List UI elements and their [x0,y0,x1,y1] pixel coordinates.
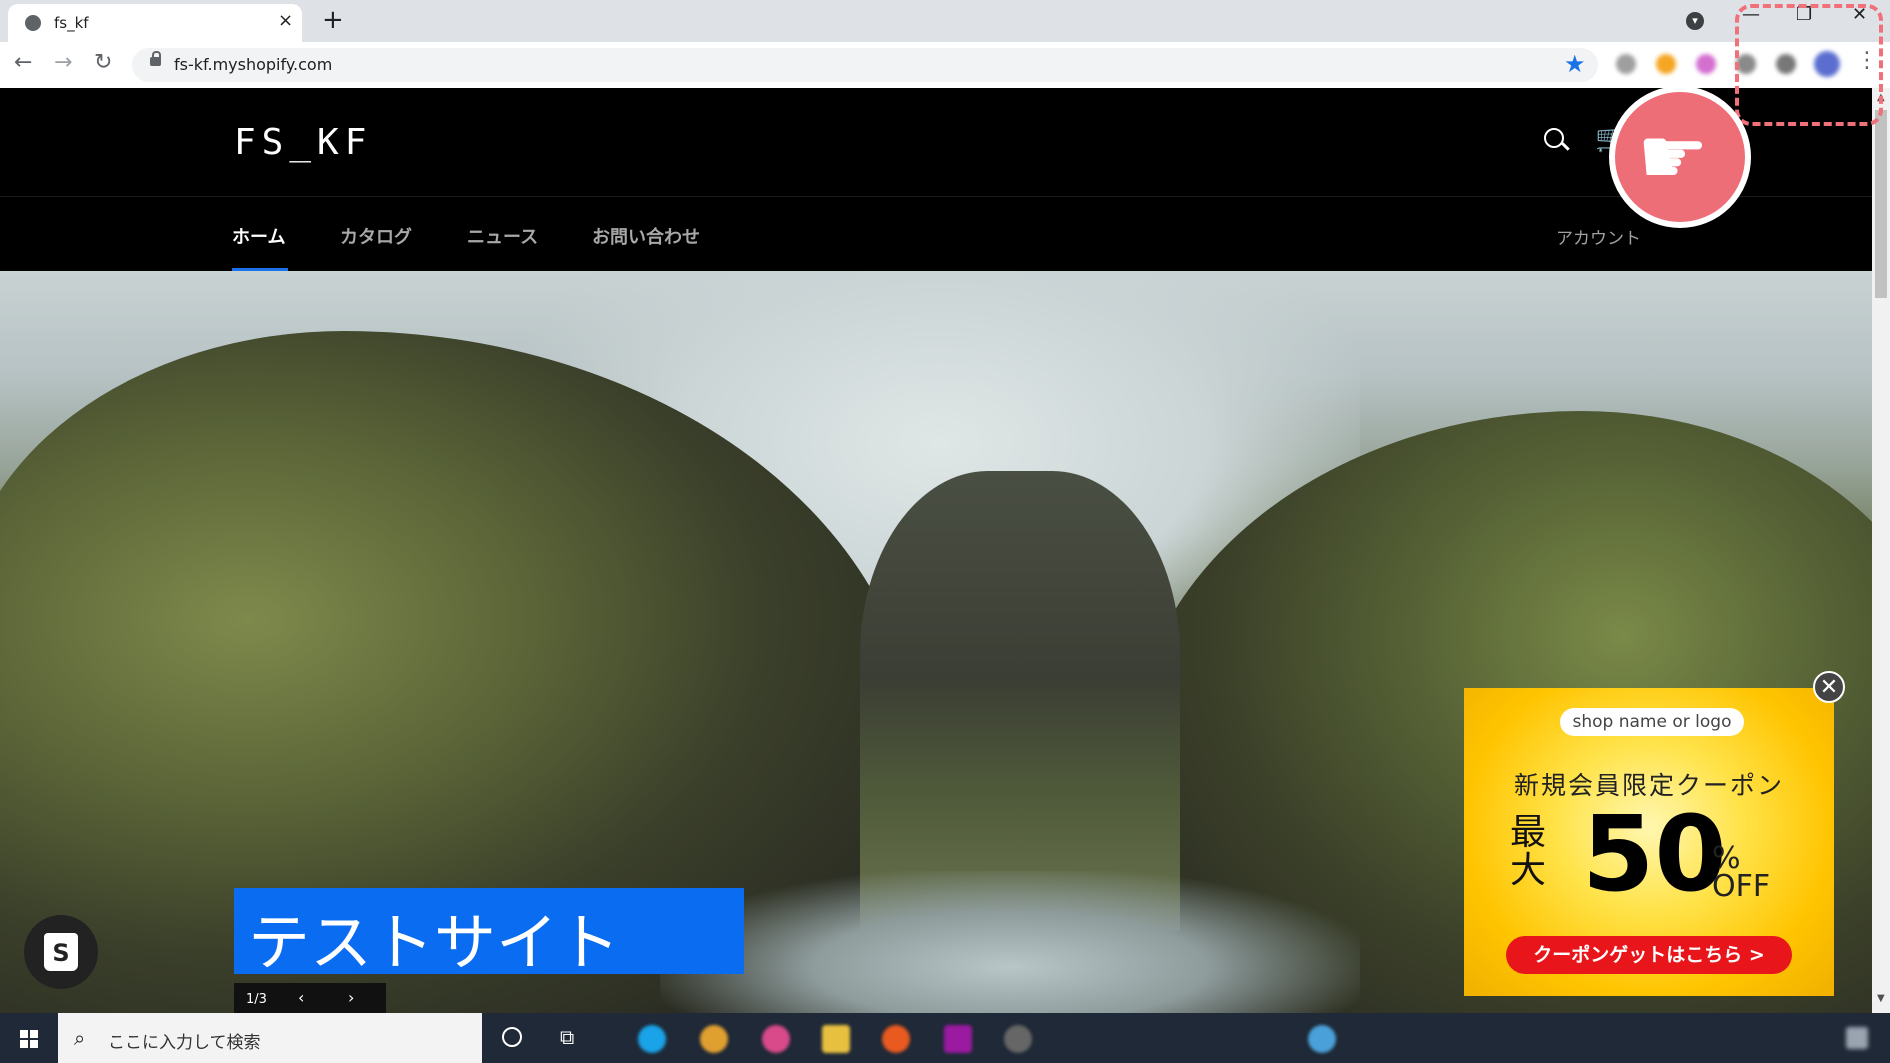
weather-icon[interactable] [1308,1025,1336,1053]
cortana-icon[interactable] [502,1027,522,1047]
taskbar-search[interactable]: ⌕ ここに入力して検索 [58,1013,482,1063]
search-icon[interactable] [1544,128,1564,148]
bookmark-star-icon[interactable]: ★ [1564,50,1586,78]
coupon-max-label: 最大 [1509,812,1546,891]
new-tab-button[interactable]: + [322,5,344,35]
shopify-letter: S [52,939,70,967]
globe-icon [25,15,41,31]
windows-taskbar: ⌕ ここに入力して検索 ⧉ [0,1013,1890,1063]
browser-tab[interactable]: fs_kf × [8,4,302,42]
nav-catalog[interactable]: カタログ [340,223,412,249]
lock-icon[interactable] [150,51,161,66]
coupon-close-button[interactable]: ✕ [1813,671,1845,703]
tab-title: fs_kf [54,14,89,32]
app-icon[interactable] [944,1025,972,1053]
chrome-icon[interactable] [700,1025,728,1053]
hero-canyon [860,471,1180,931]
nav-account[interactable]: アカウント [1556,224,1641,249]
highlight-dashed-box [1735,4,1883,126]
nav-news[interactable]: ニュース [467,223,538,249]
reload-button[interactable]: ↻ [94,50,112,75]
windows-logo-icon [20,1030,38,1048]
hero-title-box: テストサイト [234,888,744,979]
back-button[interactable]: ← [14,50,32,75]
task-view-icon[interactable]: ⧉ [560,1025,574,1049]
browser-toolbar: ← → ↻ fs-kf.myshopify.com ★ ⋮ [0,42,1890,88]
scroll-thumb[interactable] [1875,110,1887,298]
page-scrollbar[interactable]: ▲ ▼ [1872,88,1890,1013]
browser-tab-strip: fs_kf × + ▾ — ❐ ✕ [0,0,1890,42]
pointing-hand-badge: ☛ [1609,86,1751,228]
extension-icon[interactable] [1696,54,1716,74]
app-icon[interactable] [1004,1025,1032,1053]
coupon-discount-number: 50 [1582,793,1727,915]
site-header: FS_KF 🛒 [0,88,1872,196]
extension-icon[interactable] [1656,54,1676,74]
start-button[interactable] [0,1013,58,1063]
shopify-bag-icon: S [44,933,78,971]
coupon-off: OFF [1712,869,1771,904]
site-logo[interactable]: FS_KF [234,122,372,163]
hero-river [660,871,1360,1013]
slide-prev-button[interactable]: ‹ [298,988,304,1007]
taskbar-search-placeholder[interactable]: ここに入力して検索 [108,1028,261,1053]
file-explorer-icon[interactable] [822,1025,850,1053]
scroll-down-icon[interactable]: ▼ [1877,993,1885,1004]
pointing-hand-icon: ☛ [1637,110,1709,203]
hero-title: テストサイト [248,906,621,979]
search-icon: ⌕ [74,1026,86,1050]
notification-icon[interactable] [1846,1027,1868,1049]
app-icon[interactable] [882,1025,910,1053]
url-text[interactable]: fs-kf.myshopify.com [174,55,332,74]
tab-search-icon[interactable]: ▾ [1686,12,1704,30]
system-tray[interactable] [1450,1027,1830,1051]
nav-contact[interactable]: お問い合わせ [592,223,700,249]
shopify-badge[interactable]: S [24,915,98,989]
extension-icon[interactable] [1616,54,1636,74]
edge-icon[interactable] [638,1025,666,1053]
coupon-cta-button[interactable]: クーポンゲットはこちら > [1506,936,1792,974]
slideshow-controls: 1/3 ‹ › [234,983,386,1013]
coupon-popup[interactable]: shop name or logo 新規会員限定クーポン 最大 50 % OFF… [1464,688,1834,996]
slide-next-button[interactable]: › [348,988,354,1007]
site-nav: ホーム カタログ ニュース お問い合わせ アカウント [0,196,1872,272]
tab-close-icon[interactable]: × [278,10,293,31]
nav-home[interactable]: ホーム [232,223,285,249]
address-bar[interactable]: fs-kf.myshopify.com ★ [132,48,1598,82]
forward-button[interactable]: → [54,50,72,75]
app-icon[interactable] [762,1025,790,1053]
coupon-shop-name: shop name or logo [1560,708,1744,736]
slide-counter: 1/3 [246,992,267,1007]
